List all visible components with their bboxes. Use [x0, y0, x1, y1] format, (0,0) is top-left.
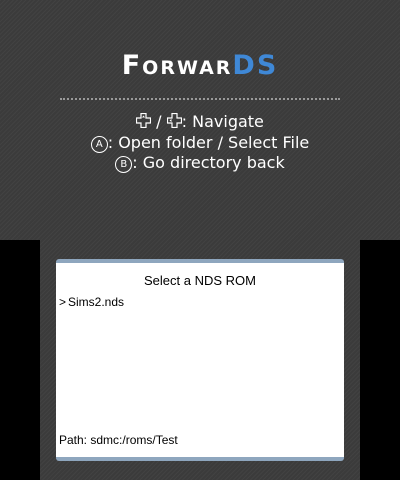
bottom-screen-border-right [360, 240, 400, 480]
a-button-icon: A [90, 136, 108, 153]
help-go-back: B: Go directory back [0, 153, 400, 173]
top-screen: ForwarDS / : Navigate A: Open folder / S… [0, 0, 400, 240]
bottom-screen: Select a NDS ROM > Sims2.nds Path: sdmc:/… [40, 240, 360, 480]
current-path: Path: sdmc:/roms/Test [59, 433, 178, 447]
divider [60, 98, 340, 100]
help-separator: / [151, 112, 167, 131]
file-list-item[interactable]: > Sims2.nds [59, 295, 124, 310]
file-list: > Sims2.nds [59, 295, 124, 310]
bottom-screen-border-left [0, 240, 40, 480]
panel-title: Select a NDS ROM [144, 273, 256, 288]
dpad-icon [135, 112, 152, 133]
help-open-folder: A: Open folder / Select File [0, 133, 400, 153]
logo-text-part1: Forwar [121, 50, 233, 81]
help-open-folder-text: : Open folder / Select File [107, 133, 310, 152]
b-button-icon: B [115, 156, 133, 173]
logo-text-part2: DS [232, 50, 279, 81]
selection-cursor: > [59, 295, 67, 309]
help-navigate-text: : Navigate [181, 112, 264, 131]
rom-browser-panel: Select a NDS ROM > Sims2.nds Path: sdmc:/… [56, 259, 344, 461]
help-navigate: / : Navigate [0, 112, 400, 133]
file-name: Sims2.nds [68, 295, 125, 309]
dpad-icon [166, 112, 182, 133]
app-logo: ForwarDS [0, 50, 400, 81]
help-go-back-text: : Go directory back [132, 153, 285, 172]
